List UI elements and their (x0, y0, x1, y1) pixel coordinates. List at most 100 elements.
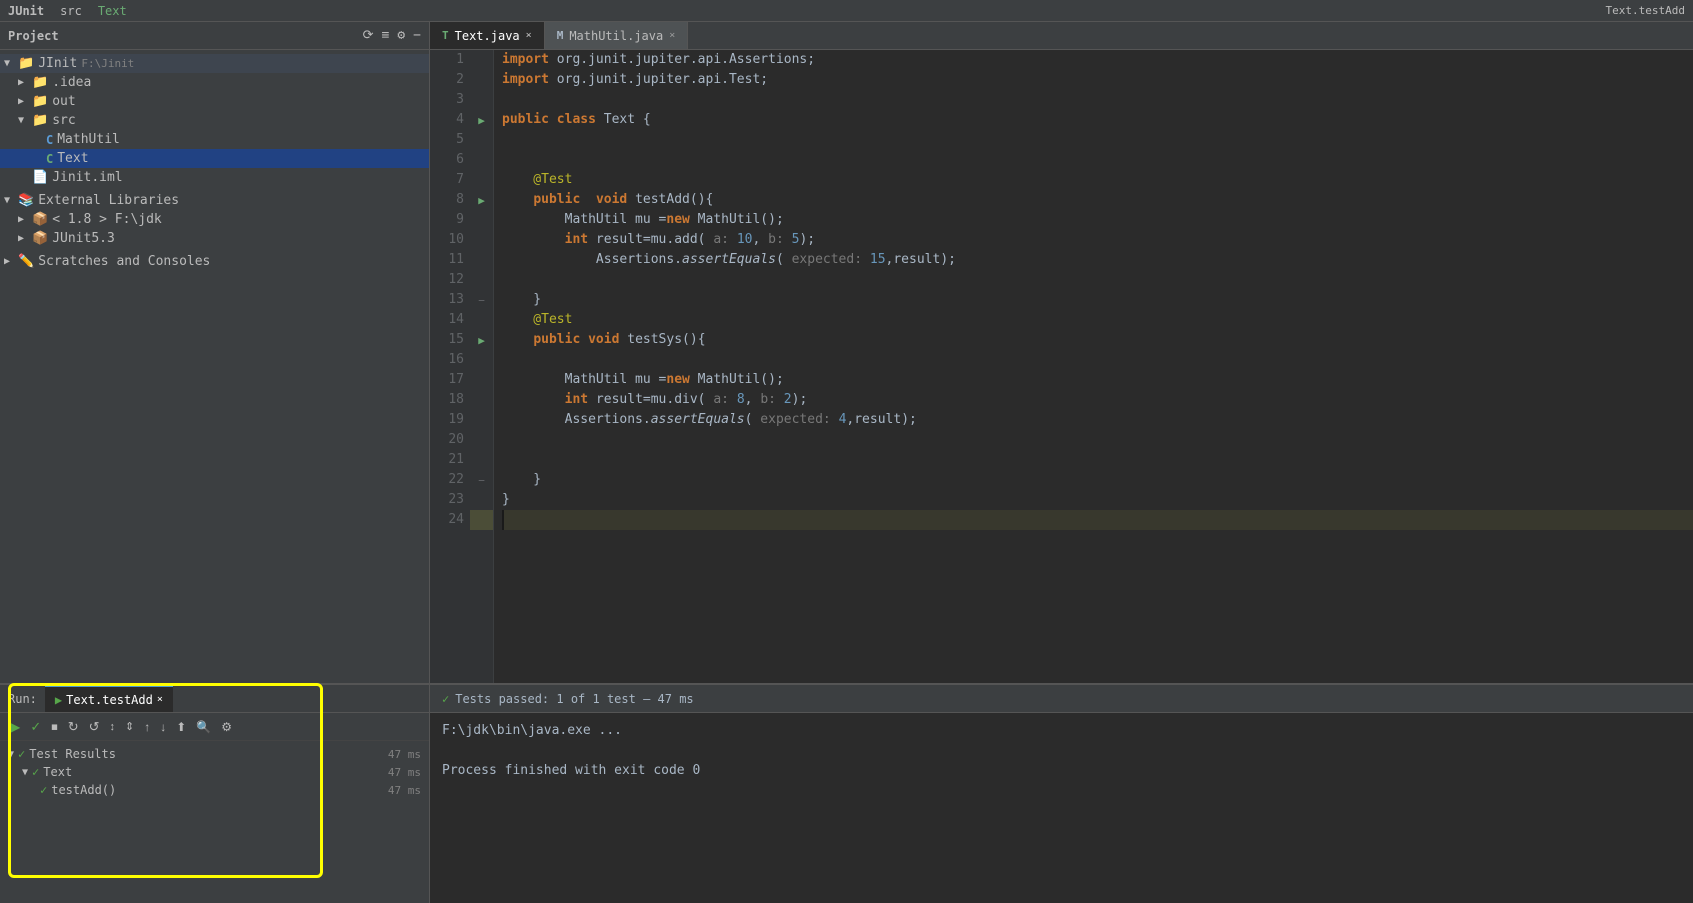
ln-21: 21 (430, 450, 470, 470)
gear-icon[interactable]: ⚙ (397, 28, 405, 43)
sidebar-title: Project (8, 29, 59, 43)
ln-19: 19 (430, 410, 470, 430)
gutter-run-4[interactable]: ▶ (478, 110, 485, 130)
code-line-2: import org.junit.jupiter.api.Test; (502, 70, 1693, 90)
project-tree: ▼ 📁 JInit F:\Jinit ▶ 📁 .idea ▶ 📁 out ▼ (0, 50, 429, 683)
arrow-junit: ▶ (18, 233, 32, 244)
gutter-run-15[interactable]: ▶ (478, 330, 485, 350)
status-text: Tests passed: 1 of 1 test – 47 ms (455, 692, 693, 706)
text-run-label: Text (43, 765, 72, 779)
tree-item-text[interactable]: C Text (0, 149, 429, 168)
mathutil-icon: C (46, 133, 53, 147)
arrow-scratches: ▶ (4, 256, 18, 267)
tree-item-iml[interactable]: 📄 Jinit.iml (0, 168, 429, 187)
results-expand: ▼ (8, 749, 14, 760)
run-toolbar: ▶ ✓ ⏹ ↻ ↺ ↕ ⇕ ↑ ↓ ⬆ 🔍 ⚙ (0, 713, 429, 741)
top-bar: JUnit src Text Text.testAdd (0, 0, 1693, 22)
tab-textjava-close[interactable]: × (526, 30, 532, 41)
tree-item-ext-libs[interactable]: ▼ 📚 External Libraries (0, 191, 429, 210)
gutter-fold-22[interactable]: − (478, 470, 485, 490)
run-export-btn[interactable]: ⬆ (172, 718, 190, 736)
ln-16: 16 (430, 350, 470, 370)
tab-mathutil-icon: M (557, 29, 564, 42)
code-line-1: import org.junit.jupiter.api.Assertions; (502, 50, 1693, 70)
arrow-jdk: ▶ (18, 214, 32, 225)
gutter-run-8[interactable]: ▶ (478, 190, 485, 210)
code-line-5 (502, 130, 1693, 150)
code-line-10: int result=mu.add( a: 10, b: 5); (502, 230, 1693, 250)
ln-2: 2 (430, 70, 470, 90)
run-sort2-btn[interactable]: ⇕ (121, 718, 138, 735)
testadd-check-icon: ✓ (40, 783, 47, 797)
ln-7: 7 (430, 170, 470, 190)
tab-mathutil-label: MathUtil.java (569, 29, 663, 43)
text-run-time: 47 ms (388, 766, 421, 779)
run-item-text[interactable]: ▼ ✓ Text 47 ms (4, 763, 425, 781)
ln-18: 18 (430, 390, 470, 410)
bottom-run-panel: Run: ▶ Text.testAdd × ▶ ✓ ⏹ ↻ ↺ ↕ ⇕ ↑ ↓ … (0, 683, 429, 903)
run-tab-active[interactable]: ▶ Text.testAdd × (45, 685, 173, 712)
code-line-13: } (502, 290, 1693, 310)
ln-13: 13 (430, 290, 470, 310)
tree-item-mathutil[interactable]: C MathUtil (0, 130, 429, 149)
run-rerun-btn[interactable]: ↻ (64, 717, 83, 737)
idea-label: .idea (52, 75, 91, 90)
ln-9: 9 (430, 210, 470, 230)
ext-libs-icon: 📚 (18, 193, 34, 208)
run-tab-header: Run: ▶ Text.testAdd × (0, 685, 429, 713)
run-stop-btn[interactable]: ⏹ (47, 717, 62, 737)
results-check-icon: ✓ (18, 747, 25, 761)
run-collapse-btn[interactable]: ↓ (156, 718, 170, 736)
run-check-btn[interactable]: ✓ (26, 717, 45, 737)
tab-textjava-icon: T (442, 29, 449, 42)
run-tab-icon: ▶ (55, 693, 62, 707)
ln-20: 20 (430, 430, 470, 450)
tree-item-junit[interactable]: ▶ 📦 JUnit5.3 (0, 229, 429, 248)
tree-item-out[interactable]: ▶ 📁 out (0, 92, 429, 111)
tab-mathutiljava[interactable]: M MathUtil.java × (545, 22, 689, 49)
output-line-1: F:\jdk\bin\java.exe ... (442, 721, 1681, 741)
code-line-4: public class Text { (502, 110, 1693, 130)
code-line-3 (502, 90, 1693, 110)
run-expand-btn[interactable]: ↑ (140, 718, 154, 736)
arrow-ext: ▼ (4, 195, 18, 206)
junit-icon: 📦 (32, 231, 48, 246)
run-sort-btn[interactable]: ↕ (106, 719, 120, 735)
tab-textjava[interactable]: T Text.java × (430, 22, 545, 49)
code-line-21 (502, 450, 1693, 470)
ln-10: 10 (430, 230, 470, 250)
jdk-icon: 📦 (32, 212, 48, 227)
gutter-fold-13[interactable]: − (478, 290, 485, 310)
output-line-2 (442, 741, 1681, 761)
run-settings-btn[interactable]: ⚙ (217, 718, 236, 736)
run-config-indicator: Text.testAdd (1606, 4, 1685, 17)
tree-item-scratches[interactable]: ▶ ✏️ Scratches and Consoles (0, 252, 429, 271)
code-line-15: public void testSys(){ (502, 330, 1693, 350)
text-label: Text (57, 151, 88, 166)
tab-mathutil-close[interactable]: × (669, 30, 675, 41)
root-icon: 📁 (18, 56, 34, 71)
breadcrumb-src: src (60, 4, 82, 18)
run-rerun-fail-btn[interactable]: ↺ (85, 717, 104, 737)
tree-item-src[interactable]: ▼ 📁 src (0, 111, 429, 130)
ln-12: 12 (430, 270, 470, 290)
run-item-results[interactable]: ▼ ✓ Test Results 47 ms (4, 745, 425, 763)
code-content[interactable]: import org.junit.jupiter.api.Assertions;… (494, 50, 1693, 683)
tree-item-jdk[interactable]: ▶ 📦 < 1.8 > F:\jdk (0, 210, 429, 229)
run-tab-label: Text.testAdd (66, 693, 153, 707)
testadd-time: 47 ms (388, 784, 421, 797)
minimize-icon[interactable]: − (413, 28, 421, 43)
ln-24: 24 (430, 510, 470, 530)
run-item-testadd[interactable]: ✓ testAdd() 47 ms (4, 781, 425, 799)
tree-item-root[interactable]: ▼ 📁 JInit F:\Jinit (0, 54, 429, 73)
code-line-23: } (502, 490, 1693, 510)
run-tab-close[interactable]: × (157, 694, 163, 705)
run-search-btn[interactable]: 🔍 (192, 718, 215, 736)
ln-22: 22 (430, 470, 470, 490)
settings-icon[interactable]: ≡ (382, 28, 390, 43)
iml-label: Jinit.iml (52, 170, 122, 185)
tree-item-idea[interactable]: ▶ 📁 .idea (0, 73, 429, 92)
ext-libs-label: External Libraries (38, 193, 179, 208)
sync-icon[interactable]: ⟳ (363, 28, 374, 43)
run-play-btn[interactable]: ▶ (4, 715, 24, 739)
